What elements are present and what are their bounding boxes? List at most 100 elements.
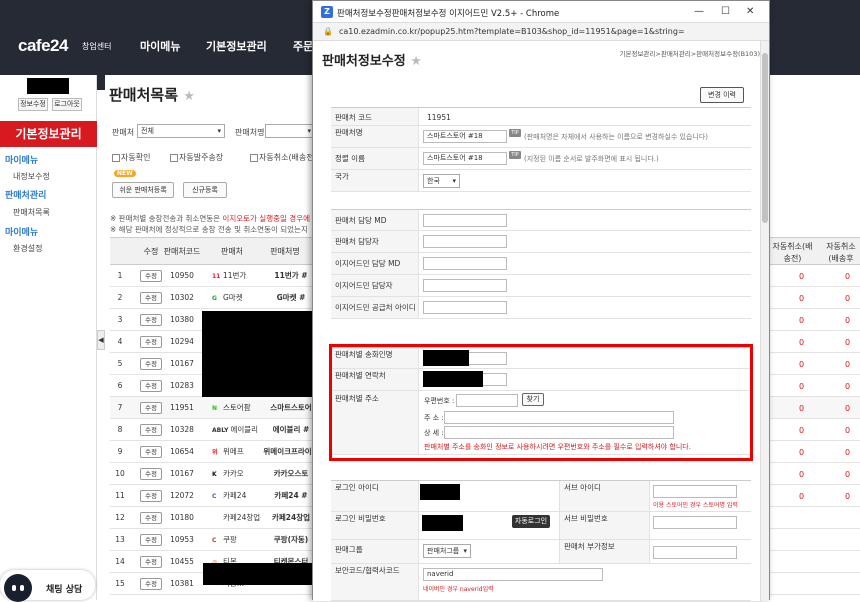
sidebar-section-vendor[interactable]: 판매처관리 [5, 188, 46, 201]
sidebar-collapse-icon[interactable]: ◀ [97, 330, 105, 350]
tip-icon[interactable]: TIP [509, 151, 521, 159]
popup-scrollbar[interactable] [760, 41, 769, 601]
row-vendor: 11 11번가 [212, 271, 247, 280]
close-icon[interactable]: ✕ [746, 6, 754, 17]
nav-basic-info[interactable]: 기본정보관리 [206, 38, 267, 54]
row-vendor-code: 10380 [170, 315, 194, 324]
security-code-hint: 네이버인 경우 naverid입력 [423, 586, 494, 593]
ezadmin-icon: Z [321, 6, 333, 18]
sidebar-section-my-menu[interactable]: 마이메뉴 [5, 153, 38, 166]
row-login-id: 로그인 아이디 서브 아이디 이용 스토어인 경우 스토어명 입력 [331, 480, 751, 512]
cafe24-logo[interactable]: cafe24 [18, 36, 68, 56]
sidebar-item-vendor-list[interactable]: 판매처목록 [13, 207, 50, 218]
vendor-name-input[interactable] [265, 124, 315, 138]
logout-button[interactable]: 로그아웃 [52, 98, 82, 111]
extra-info-label: 판매처 부가정보 [559, 540, 650, 563]
auto-cancel-after-count: 0 [845, 404, 851, 413]
security-code-input[interactable]: naverid [423, 568, 603, 581]
row-vendor-code: 10455 [170, 557, 194, 566]
sub-pw-label: 서브 비밀번호 [559, 512, 650, 539]
auto-cancel-after-count: 0 [845, 426, 851, 435]
notice-line-1: ※ 판매처별 송장전송과 취소연동은 이지오토가 실행중일 경우에만 [110, 214, 310, 223]
ez-supplier-input[interactable] [423, 301, 507, 314]
favorite-star-icon[interactable]: ★ [410, 54, 422, 69]
tip-icon[interactable]: TIP [509, 129, 521, 137]
vendor-logo-icon [212, 509, 221, 520]
vendor-md-input[interactable] [423, 214, 507, 227]
vendor-name-label: 판매처명 [235, 128, 265, 137]
row-ez-manager: 이지어드민 담당자 [331, 275, 751, 297]
col-no [110, 238, 130, 266]
auto-cancel-checkbox[interactable]: 자동취소(배송전) [250, 152, 317, 163]
col-auto-cancel-before: 자동취소(배송전) [772, 242, 813, 263]
vendor-logo-icon: G [212, 295, 217, 302]
ez-md-input[interactable] [423, 257, 507, 270]
row-login-pw: 로그인 비밀번호 자동로그인 서브 비밀번호 [331, 512, 751, 540]
favorite-star-icon[interactable]: ★ [183, 89, 195, 104]
redacted-username [27, 78, 69, 94]
new-badge: NEW [114, 170, 136, 177]
auto-cancel-before-count: 0 [799, 316, 805, 325]
nav-order[interactable]: 주문 [293, 38, 313, 54]
vendor-filter-select[interactable]: 전체 [137, 124, 225, 138]
scrollbar-thumb[interactable] [762, 53, 768, 223]
sidebar-section-my-menu-2[interactable]: 마이메뉴 [5, 225, 38, 238]
col-vendor: 판매처 [220, 247, 244, 256]
row-vendor-code: 10302 [170, 293, 194, 302]
auto-login-button[interactable]: 자동로그인 [512, 515, 550, 528]
extra-info-input[interactable] [653, 546, 737, 559]
auto-cancel-after-count: 0 [845, 492, 851, 501]
maximize-icon[interactable]: ☐ [721, 6, 730, 17]
auto-cancel-before-count: 0 [799, 426, 805, 435]
vendor-name-hint: (판매처명은 자체에서 사용하는 이름으로 변경하실수 있습니다) [524, 133, 709, 141]
row-vendor-code: 10167 [170, 359, 194, 368]
popup-title-bar[interactable]: Z 판매처정보수정판매처정보수정 이지어드민 V2.5+ - Chrome — … [313, 1, 769, 23]
row-number: 11 [115, 491, 125, 500]
row-vendor-md: 판매처 담당 MD [331, 209, 751, 231]
chat-icon [4, 574, 32, 602]
vendor-logo-icon: ABLY [212, 427, 229, 434]
row-vendor: 위 위메프 [212, 447, 244, 456]
breadcrumb: 기본정보관리>판매처관리>판매처정보수정(B103) [619, 50, 760, 58]
row-number: 5 [117, 359, 123, 368]
vendor-manager-input[interactable] [423, 235, 507, 248]
row-vendor-code: 10167 [170, 469, 194, 478]
minimize-icon[interactable]: — [694, 6, 704, 17]
change-history-button[interactable]: 변경 이력 [700, 87, 744, 103]
row-vendor-code: 10328 [170, 425, 194, 434]
edit-info-button[interactable]: 정보수정 [18, 98, 48, 111]
popup-address-bar[interactable]: 🔒 ca10.ezadmin.co.kr/popup25.htm?templat… [313, 23, 769, 41]
nav-my-menu[interactable]: 마이메뉴 [140, 38, 180, 54]
col-code: 판매처코드 [163, 247, 201, 256]
row-vendor: C 카페24 [212, 491, 247, 500]
vendor-filter-label: 판매처 [112, 128, 135, 137]
row-number: 1 [117, 271, 123, 280]
row-vendor: ABLY 에이블리 [212, 425, 259, 434]
ez-manager-input[interactable] [423, 279, 507, 292]
new-register-button[interactable]: 신규등록 [183, 182, 227, 198]
auto-confirm-checkbox[interactable]: 자동확인 [112, 152, 150, 163]
auto-invoice-checkbox[interactable]: 자동발주송장 [170, 152, 223, 163]
sub-id-input[interactable] [653, 485, 737, 498]
popup-url[interactable]: ca10.ezadmin.co.kr/popup25.htm?template=… [339, 27, 685, 36]
sub-pw-input[interactable] [653, 516, 737, 529]
logo-subtitle: 창업센터 [82, 42, 112, 51]
redacted-login-id [420, 484, 460, 500]
sidebar-item-my-info[interactable]: 내정보수정 [13, 171, 50, 182]
sort-name-input[interactable]: 스마트스토어 #18 [423, 152, 507, 165]
country-select[interactable]: 한국 [423, 174, 460, 188]
auto-cancel-after-count: 0 [845, 316, 851, 325]
sidebar-title: 기본정보관리 [0, 121, 97, 147]
redacted-vendor-row [203, 563, 312, 585]
vendor-name-input[interactable]: 스마트스토어 #18 [423, 130, 507, 143]
easy-register-button[interactable]: 쉬운 판매처등록 [112, 182, 174, 198]
row-security-code: 보안코드/협력사코드 naverid 네이버인 경우 naverid입력 [331, 564, 751, 601]
auto-cancel-after-count: 0 [845, 294, 851, 303]
highlight-box [329, 344, 753, 461]
row-vendor-name: 판매처명 스마트스토어 #18 TIP (판매처명은 자체에서 사용하는 이름으… [331, 126, 751, 148]
chat-consult-button[interactable]: 채팅 상담 [0, 570, 95, 602]
auto-cancel-after-count: 0 [845, 338, 851, 347]
sidebar-item-settings[interactable]: 환경설정 [13, 243, 42, 254]
sales-group-select[interactable]: 판매처그룹 [423, 544, 471, 558]
row-vendor: N 스토어팜 [212, 403, 251, 412]
